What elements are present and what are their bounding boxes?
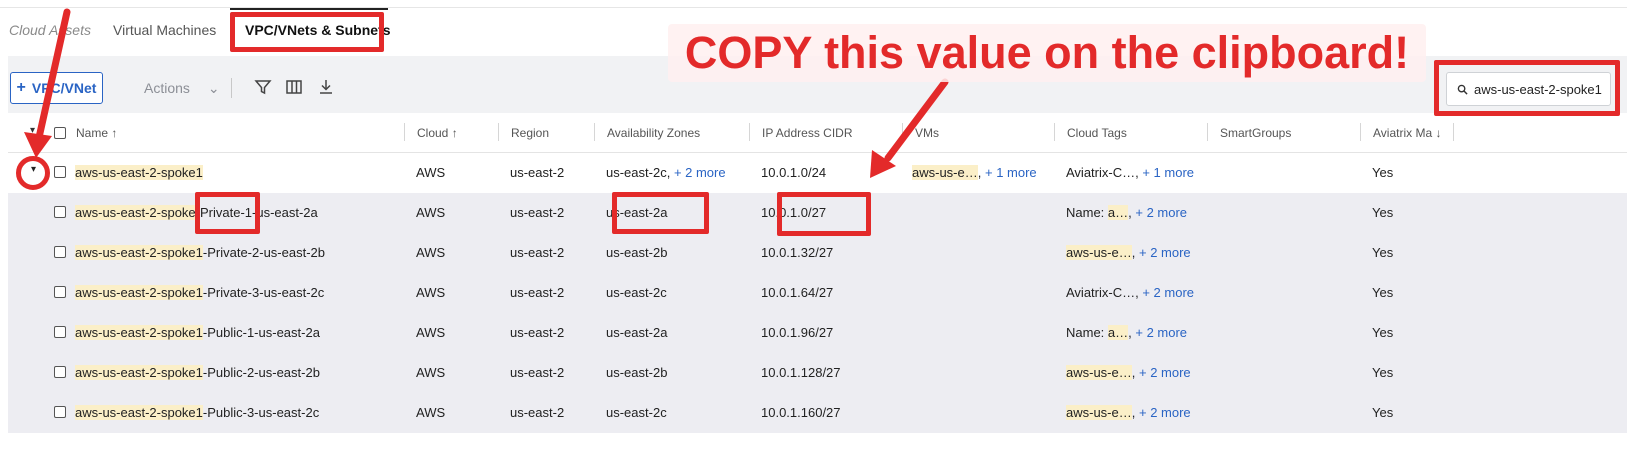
copy-instruction-callout: COPY this value on the clipboard! — [668, 24, 1426, 82]
